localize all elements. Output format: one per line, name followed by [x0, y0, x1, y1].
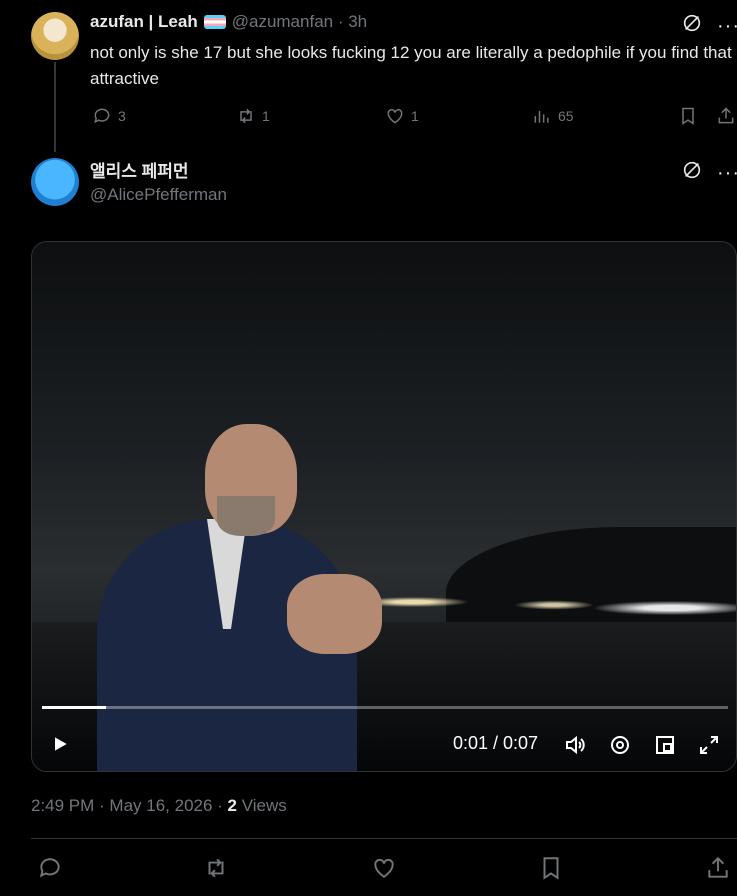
heart-icon	[387, 108, 403, 124]
play-icon	[55, 737, 67, 751]
grok-icon[interactable]	[681, 159, 703, 186]
more-icon[interactable]: ···	[717, 163, 737, 183]
like-button[interactable]: 1	[385, 106, 419, 126]
retweet-count: 1	[262, 108, 270, 124]
reply-count: 3	[118, 108, 126, 124]
reply-button[interactable]	[37, 855, 63, 881]
like-count: 1	[411, 108, 419, 124]
tweet-text: not only is she 17 but she looks fucking…	[90, 43, 732, 88]
retweet-button[interactable]: 1	[236, 106, 270, 126]
handle-and-time[interactable]: @azumanfan · 3h	[232, 12, 367, 32]
thread-line	[54, 62, 56, 152]
display-name[interactable]: azufan | Leah	[90, 12, 198, 32]
video-controls: 0:01 / 0:07	[32, 724, 736, 764]
divider	[31, 838, 737, 839]
tweet-timestamp: 2:49 PM · May 16, 2026 · 2 Views	[31, 796, 287, 816]
more-icon[interactable]: ···	[717, 16, 737, 36]
video-progress-fill	[42, 706, 107, 709]
retweet-button[interactable]	[203, 855, 229, 881]
bookmark-button[interactable]	[538, 855, 564, 881]
views-icon	[534, 111, 549, 123]
fullscreen-icon	[700, 736, 718, 754]
bookmark-icon	[682, 107, 694, 125]
retweet-icon	[240, 108, 252, 124]
heart-icon	[374, 858, 394, 878]
views-label: Views	[237, 796, 287, 815]
avatar[interactable]	[31, 12, 79, 60]
tweet-header: 앨리스 페퍼먼	[90, 157, 189, 182]
gear-icon	[611, 736, 629, 754]
tweet-header: azufan | Leah @azumanfan · 3h	[90, 12, 367, 32]
share-icon	[718, 107, 734, 124]
views-button[interactable]: 65	[532, 106, 574, 126]
video-time: 0:01 / 0:07	[453, 733, 539, 753]
video-person	[97, 424, 387, 771]
avatar[interactable]	[31, 158, 79, 206]
volume-icon	[566, 735, 585, 755]
tweet-top-actions: ···	[681, 159, 737, 186]
grok-icon[interactable]	[681, 12, 703, 39]
views-number: 2	[227, 796, 238, 815]
video-player[interactable]: 0:01 / 0:07	[31, 241, 737, 772]
bookmark-icon	[543, 857, 559, 880]
like-button[interactable]	[371, 855, 397, 881]
tweet-handle-row: @AlicePfefferman	[90, 185, 227, 205]
reply-button[interactable]: 3	[92, 106, 126, 126]
trans-flag-icon	[203, 15, 226, 29]
share-button[interactable]	[716, 106, 736, 126]
video-progress-bar[interactable]	[42, 706, 728, 709]
handle[interactable]: @AlicePfefferman	[90, 185, 227, 205]
display-name[interactable]: 앨리스 페퍼먼	[90, 157, 189, 182]
tweet-top-actions: ···	[681, 12, 737, 39]
share-icon	[708, 856, 728, 878]
retweet-icon	[208, 858, 224, 878]
fullscreen-button[interactable]	[697, 733, 721, 757]
picture-in-picture-icon	[656, 736, 674, 754]
reply-icon	[39, 858, 60, 878]
pip-button[interactable]	[653, 733, 677, 757]
volume-button[interactable]	[563, 733, 587, 757]
reply-icon	[94, 108, 110, 124]
settings-button[interactable]	[608, 733, 632, 757]
timestamp-text[interactable]: 2:49 PM · May 16, 2026 ·	[31, 796, 228, 815]
bookmark-button[interactable]	[678, 106, 698, 126]
share-button[interactable]	[705, 855, 731, 881]
play-button[interactable]	[50, 734, 70, 754]
views-count: 65	[558, 108, 574, 124]
